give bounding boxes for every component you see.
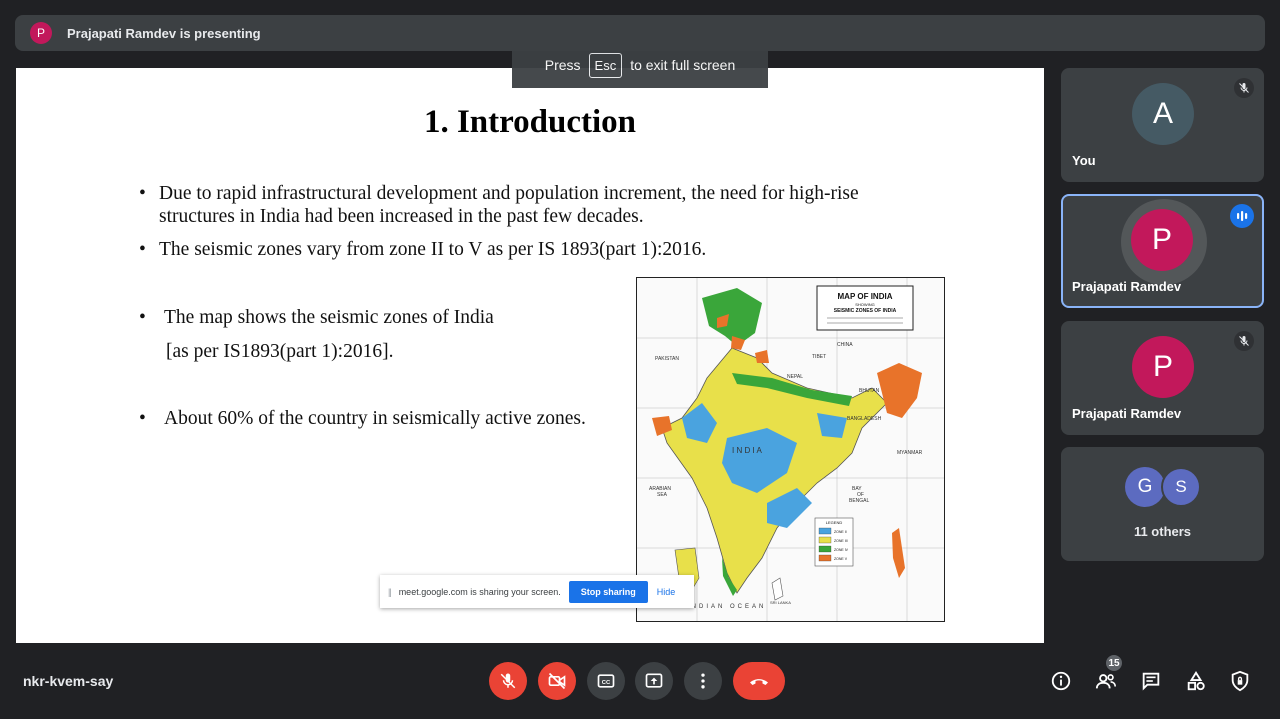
map-title: MAP OF INDIA: [838, 292, 893, 301]
chat-icon: [1142, 672, 1160, 691]
mic-off-icon: [1234, 78, 1254, 98]
legend-swatch-zone2: [818, 527, 832, 535]
mic-off-icon: [500, 673, 516, 689]
others-count: 11 others: [1133, 524, 1192, 539]
activities-icon: [1187, 671, 1205, 691]
india-map-graphic: MAP OF INDIA SHOWING SEISMIC ZONES OF IN…: [637, 278, 944, 621]
map-label-india: I N D I A: [732, 446, 762, 455]
map-label-sea: SEA: [657, 492, 668, 498]
meeting-details-button[interactable]: [1048, 668, 1074, 694]
present-now-button[interactable]: [635, 662, 673, 700]
bullet-text: structures in India had been increased i…: [159, 206, 644, 227]
map-label-nepal: NEPAL: [787, 374, 803, 380]
avatar: A: [1132, 83, 1194, 145]
bullet-4: • About 60% of the country in seismicall…: [139, 408, 586, 429]
bullet-3: • The map shows the seismic zones of Ind…: [139, 307, 494, 328]
participant-name: Prajapati Ramdev: [1072, 406, 1182, 421]
host-controls-button[interactable]: [1227, 668, 1253, 694]
people-button[interactable]: 15: [1093, 655, 1122, 694]
mic-toggle-button[interactable]: [489, 662, 527, 700]
stop-sharing-button[interactable]: Stop sharing: [568, 580, 648, 603]
map-label-bhutan: BHUTAN: [859, 388, 880, 394]
drag-handle[interactable]: ||: [388, 587, 392, 597]
slide-title: 1. Introduction: [423, 104, 637, 140]
avatar-s: S: [1161, 467, 1201, 507]
map-label-pakistan: PAKISTAN: [655, 356, 679, 362]
end-call-icon: [750, 679, 768, 685]
bullet-text: [as per IS1893(part 1):2016].: [166, 341, 394, 362]
map-label-tibet: TIBET: [812, 354, 826, 360]
meeting-code: nkr-kvem-say: [23, 673, 114, 689]
mic-off-icon: [1234, 331, 1254, 351]
map-subtitle-1: SHOWING: [855, 302, 875, 307]
activities-button[interactable]: [1183, 668, 1209, 694]
captions-icon: CC: [597, 674, 615, 688]
participant-tile-presenter[interactable]: P Prajapati Ramdev: [1061, 194, 1264, 308]
legend-zone2: ZONE II: [834, 530, 847, 534]
toast-suffix: to exit full screen: [630, 57, 736, 73]
present-screen-icon: [645, 673, 663, 688]
map-subtitle-2: SEISMIC ZONES OF INDIA: [834, 308, 897, 314]
bullet-text: Due to rapid infrastructural development…: [159, 183, 859, 204]
map-label-bangladesh: BANGLADESH: [847, 416, 882, 422]
hide-button[interactable]: Hide: [657, 587, 676, 597]
toast-press: Press: [544, 57, 581, 73]
people-count-badge: 15: [1106, 655, 1122, 671]
leave-call-button[interactable]: [733, 662, 785, 700]
map-label-myanmar: MYANMAR: [897, 450, 923, 456]
map-label-bengal: BENGAL: [849, 498, 870, 504]
share-notice: meet.google.com is sharing your screen.: [398, 586, 561, 597]
svg-text:CC: CC: [602, 680, 611, 686]
legend-swatch-zone5: [818, 554, 832, 562]
speaking-indicator-icon: [1230, 204, 1254, 228]
map-label-china: CHINA: [837, 342, 853, 348]
seismic-zone-map: MAP OF INDIA SHOWING SEISMIC ZONES OF IN…: [636, 277, 945, 622]
presenting-label: Prajapati Ramdev is presenting: [67, 25, 261, 41]
others-tile[interactable]: G S 11 others: [1061, 447, 1264, 561]
chat-button[interactable]: [1138, 668, 1164, 694]
bullet-3-cont: [as per IS1893(part 1):2016].: [166, 340, 626, 363]
bullet-2: • The seismic zones vary from zone II to…: [139, 239, 707, 260]
bullet-text: About 60% of the country in seismically …: [164, 408, 586, 429]
shield-lock-icon: [1231, 670, 1249, 692]
legend-zone3: ZONE III: [834, 539, 848, 543]
bullet-text: The map shows the seismic zones of India: [164, 307, 494, 328]
fullscreen-toast: Press Esc to exit full screen: [512, 42, 768, 88]
bullet-1: • Due to rapid infrastructural developme…: [139, 183, 859, 204]
participant-tile-you[interactable]: A You: [1061, 68, 1264, 182]
legend-swatch-zone4: [818, 545, 832, 553]
participant-tile-ramdev[interactable]: P Prajapati Ramdev: [1061, 321, 1264, 435]
screen-share-bar: || meet.google.com is sharing your scree…: [380, 575, 694, 608]
legend-zone5: ZONE V: [834, 557, 848, 561]
info-icon: [1051, 671, 1071, 691]
presenter-avatar: P: [30, 22, 52, 44]
captions-button[interactable]: CC: [587, 662, 625, 700]
people-icon: [1095, 674, 1116, 689]
esc-key: Esc: [588, 52, 623, 78]
more-vert-icon: [701, 673, 705, 689]
camera-toggle-button[interactable]: [538, 662, 576, 700]
avatar: P: [1132, 336, 1194, 398]
avatar: P: [1131, 209, 1193, 271]
participant-name: You: [1072, 153, 1096, 168]
bullet-text: The seismic zones vary from zone II to V…: [159, 239, 707, 260]
more-options-button[interactable]: [684, 662, 722, 700]
avatar-g: G: [1125, 467, 1165, 507]
presentation-screen: 1. Introduction • Due to rapid infrastru…: [16, 68, 1044, 643]
legend-swatch-zone3: [818, 536, 832, 544]
camera-off-icon: [548, 672, 566, 690]
map-label-sri-lanka: SRI LANKA: [770, 600, 791, 605]
legend-zone4: ZONE IV: [834, 548, 849, 552]
map-label-indian-ocean: INDIAN OCEAN: [687, 604, 766, 610]
bullet-1-cont: structures in India had been increased i…: [159, 205, 979, 228]
participant-name: Prajapati Ramdev: [1072, 279, 1182, 294]
legend-title: LEGEND: [826, 520, 843, 525]
